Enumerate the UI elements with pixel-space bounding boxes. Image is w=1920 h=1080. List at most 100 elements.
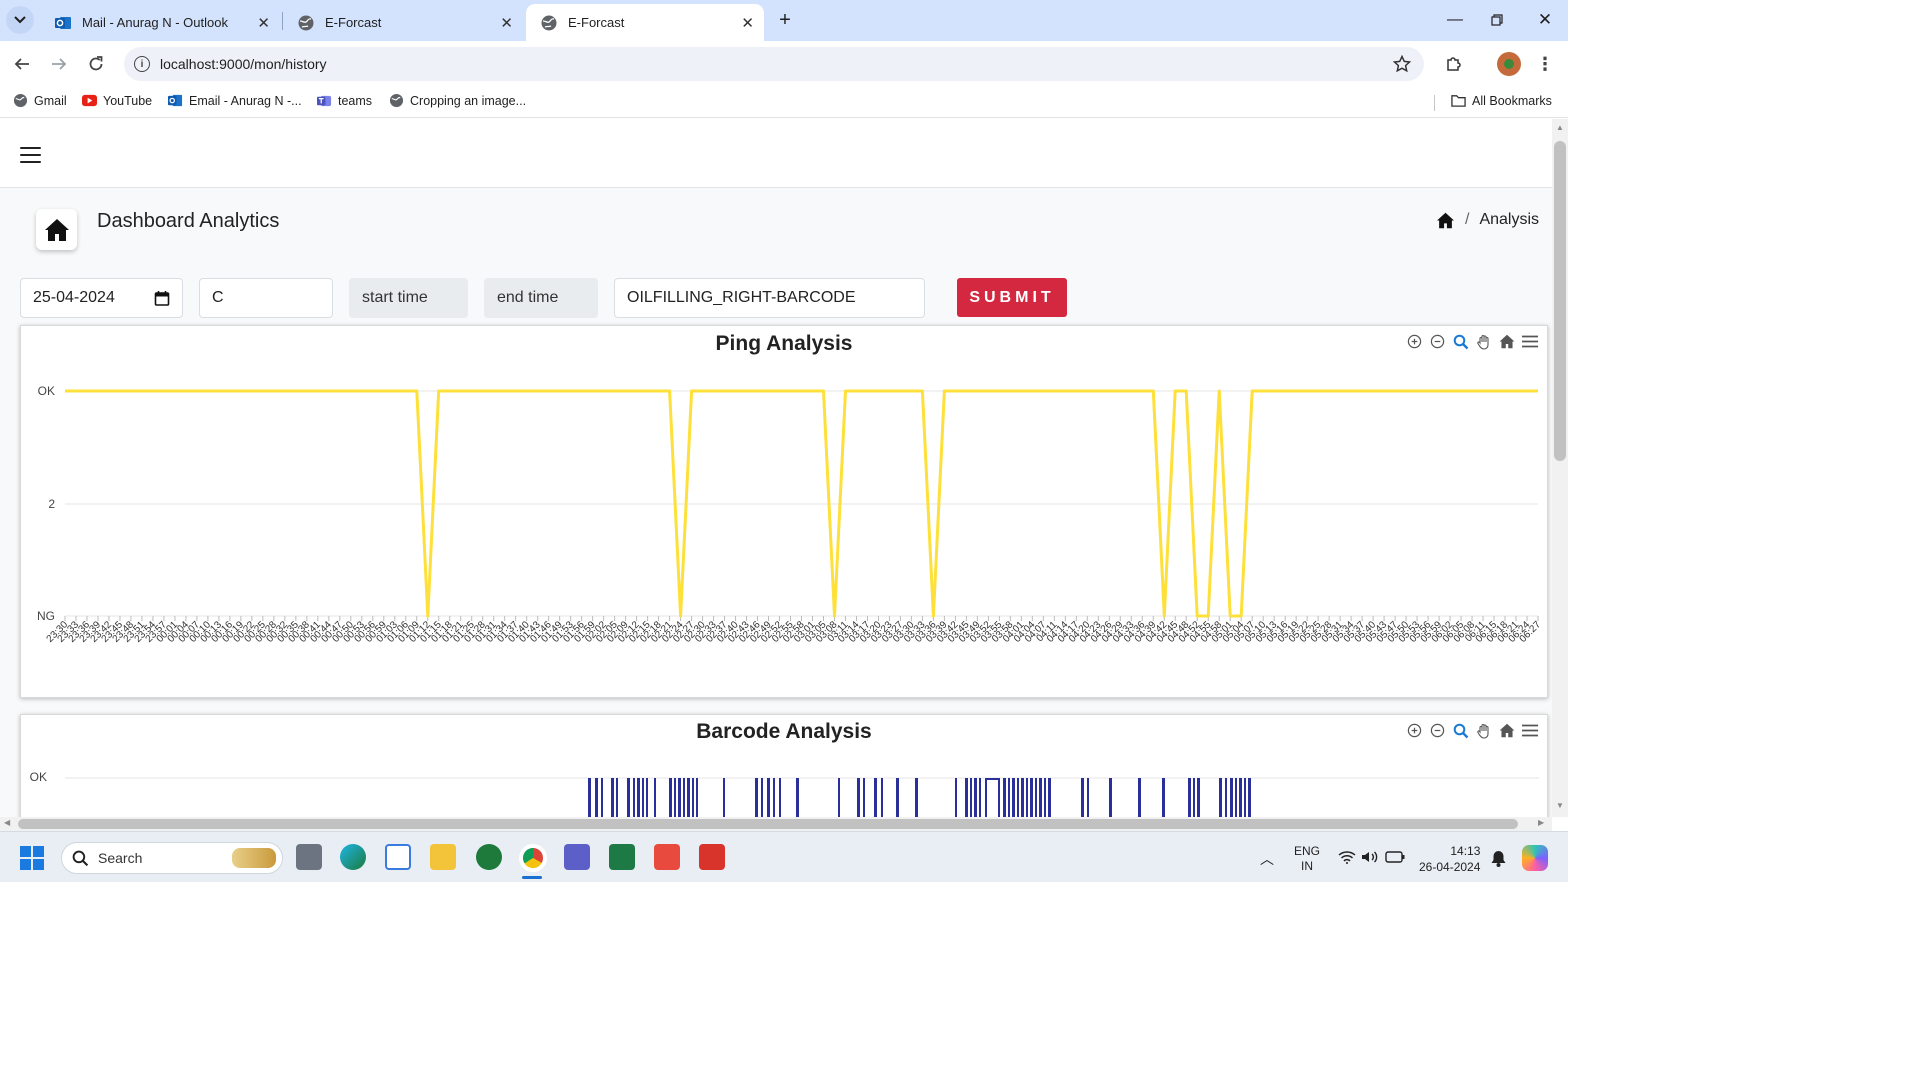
close-window-button[interactable]: ✕: [1530, 8, 1560, 32]
url-text[interactable]: localhost:9000/mon/history: [160, 56, 327, 72]
chrome-icon[interactable]: [519, 844, 547, 872]
windows-start-icon[interactable]: [20, 846, 44, 870]
shift-value: C: [212, 289, 224, 306]
chevron-up-icon[interactable]: ︿: [1260, 849, 1274, 869]
battery-icon[interactable]: [1385, 851, 1405, 863]
calendar-icon[interactable]: [154, 290, 170, 306]
scroll-right-icon[interactable]: ▶: [1538, 818, 1544, 827]
app-icon[interactable]: [699, 844, 725, 870]
horizontal-scrollbar[interactable]: ◀ ▶: [0, 817, 1552, 831]
extensions-button[interactable]: [1442, 52, 1466, 76]
excel-icon[interactable]: [609, 844, 635, 870]
bookmarks-bar: Gmail YouTube Email - Anurag N -... team…: [0, 87, 1568, 118]
ping-analysis-card: Ping Analysis OK 2 NG 23:30 23:33 23:36 23:39 2…: [20, 325, 1548, 698]
file-explorer-icon[interactable]: [430, 844, 456, 870]
profile-avatar[interactable]: [1497, 52, 1521, 76]
globe-icon: [298, 15, 314, 30]
forward-button[interactable]: [47, 52, 71, 76]
notification-bell-icon[interactable]: [1491, 850, 1506, 867]
scrollbar-thumb[interactable]: [1554, 141, 1566, 461]
close-icon[interactable]: ✕: [500, 14, 513, 32]
home-button[interactable]: [36, 209, 77, 250]
scroll-down-icon[interactable]: ▼: [1556, 801, 1564, 810]
store-icon[interactable]: [385, 844, 411, 870]
date-input[interactable]: 25-04-2024: [20, 278, 183, 318]
bookmark-gmail[interactable]: Gmail: [13, 93, 67, 108]
breadcrumb-separator: /: [1465, 211, 1470, 228]
volume-icon[interactable]: [1361, 850, 1379, 864]
more-vertical-icon: ⋮: [1536, 53, 1554, 74]
bookmark-cropping[interactable]: Cropping an image...: [389, 93, 526, 108]
mongodb-icon[interactable]: [476, 844, 502, 870]
hamburger-menu-icon[interactable]: [20, 147, 41, 163]
end-time-input[interactable]: end time: [484, 278, 598, 318]
start-time-input[interactable]: start time: [349, 278, 468, 318]
clock[interactable]: 14:13 26-04-2024: [1419, 843, 1480, 875]
search-highlight-icon: [232, 848, 276, 868]
task-view-icon[interactable]: [296, 844, 322, 870]
search-placeholder: Search: [98, 850, 143, 866]
station-input[interactable]: OILFILLING_RIGHT-BARCODE: [614, 278, 925, 318]
address-bar[interactable]: i localhost:9000/mon/history: [124, 47, 1424, 81]
breadcrumb: / Analysis: [1436, 211, 1539, 229]
windows-taskbar: Search ︿ ENG IN 14:13 26-04-2024: [0, 831, 1568, 882]
close-icon[interactable]: ✕: [741, 14, 754, 32]
language-indicator[interactable]: ENG IN: [1294, 844, 1320, 874]
search-icon: [72, 850, 89, 866]
taskbar-search[interactable]: Search: [61, 842, 283, 874]
globe-icon: [541, 15, 557, 30]
bookmark-star-button[interactable]: [1390, 52, 1414, 76]
reload-button[interactable]: [84, 52, 108, 76]
copilot-icon[interactable]: [1522, 845, 1548, 871]
tab-eforcast-1[interactable]: E-Forcast ✕: [283, 4, 523, 41]
y-tick-label: 2: [48, 497, 55, 511]
bookmark-teams[interactable]: teams: [317, 93, 372, 108]
menu-button[interactable]: ⋮: [1533, 52, 1557, 76]
ping-chart-plot: OK2NG23:3023:3323:3623:3923:4223:4523:48…: [37, 384, 1543, 645]
tab-search-button[interactable]: [6, 6, 34, 34]
bookmark-label: YouTube: [103, 93, 153, 108]
restore-button[interactable]: [1482, 8, 1512, 32]
page-content: Dashboard Analytics / Analysis 25-04-202…: [0, 119, 1552, 817]
page-title: Dashboard Analytics: [97, 210, 280, 232]
scrollbar-thumb[interactable]: [18, 819, 1518, 829]
teams-icon[interactable]: [564, 844, 590, 870]
tab-strip: Mail - Anurag N - Outlook ✕ E-Forcast ✕ …: [0, 0, 1568, 41]
vertical-scrollbar[interactable]: ▲ ▼: [1552, 119, 1568, 817]
teams-icon: [317, 95, 332, 107]
tab-eforcast-2[interactable]: E-Forcast ✕: [526, 4, 764, 41]
all-bookmarks-label: All Bookmarks: [1472, 93, 1552, 108]
tab-outlook[interactable]: Mail - Anurag N - Outlook ✕: [40, 4, 280, 41]
scroll-left-icon[interactable]: ◀: [4, 818, 10, 827]
bookmark-email[interactable]: Email - Anurag N -...: [168, 93, 302, 108]
bookmark-label: teams: [338, 93, 373, 108]
barcode-chart-plot: OK: [30, 770, 1539, 817]
submit-button[interactable]: SUBMIT: [957, 278, 1067, 317]
edge-icon[interactable]: [340, 844, 366, 870]
tab-label: E-Forcast: [325, 15, 382, 30]
start-time-placeholder: start time: [362, 289, 428, 306]
bookmark-label: Gmail: [34, 93, 67, 108]
end-time-placeholder: end time: [497, 289, 559, 306]
folder-icon: [1451, 95, 1466, 107]
shift-input[interactable]: C: [199, 278, 333, 318]
y-tick-label: NG: [37, 609, 55, 623]
youtube-icon: [82, 94, 97, 107]
new-tab-button[interactable]: +: [770, 8, 800, 32]
minimize-button[interactable]: —: [1440, 8, 1470, 32]
region-line: IN: [1301, 859, 1313, 873]
language-line: ENG: [1294, 844, 1321, 858]
breadcrumb-current: Analysis: [1479, 211, 1540, 228]
all-bookmarks-button[interactable]: All Bookmarks: [1451, 93, 1552, 108]
date-value: 25-04-2024: [33, 289, 115, 306]
close-icon[interactable]: ✕: [257, 14, 270, 32]
bookmark-youtube[interactable]: YouTube: [82, 93, 152, 108]
scroll-up-icon[interactable]: ▲: [1556, 123, 1564, 132]
back-button[interactable]: [10, 52, 34, 76]
home-icon: [44, 218, 69, 241]
wifi-icon[interactable]: [1338, 850, 1356, 864]
git-icon[interactable]: [654, 844, 680, 870]
site-info-icon[interactable]: i: [134, 56, 150, 72]
home-icon[interactable]: [1436, 212, 1455, 229]
y-tick-label: OK: [38, 384, 55, 398]
